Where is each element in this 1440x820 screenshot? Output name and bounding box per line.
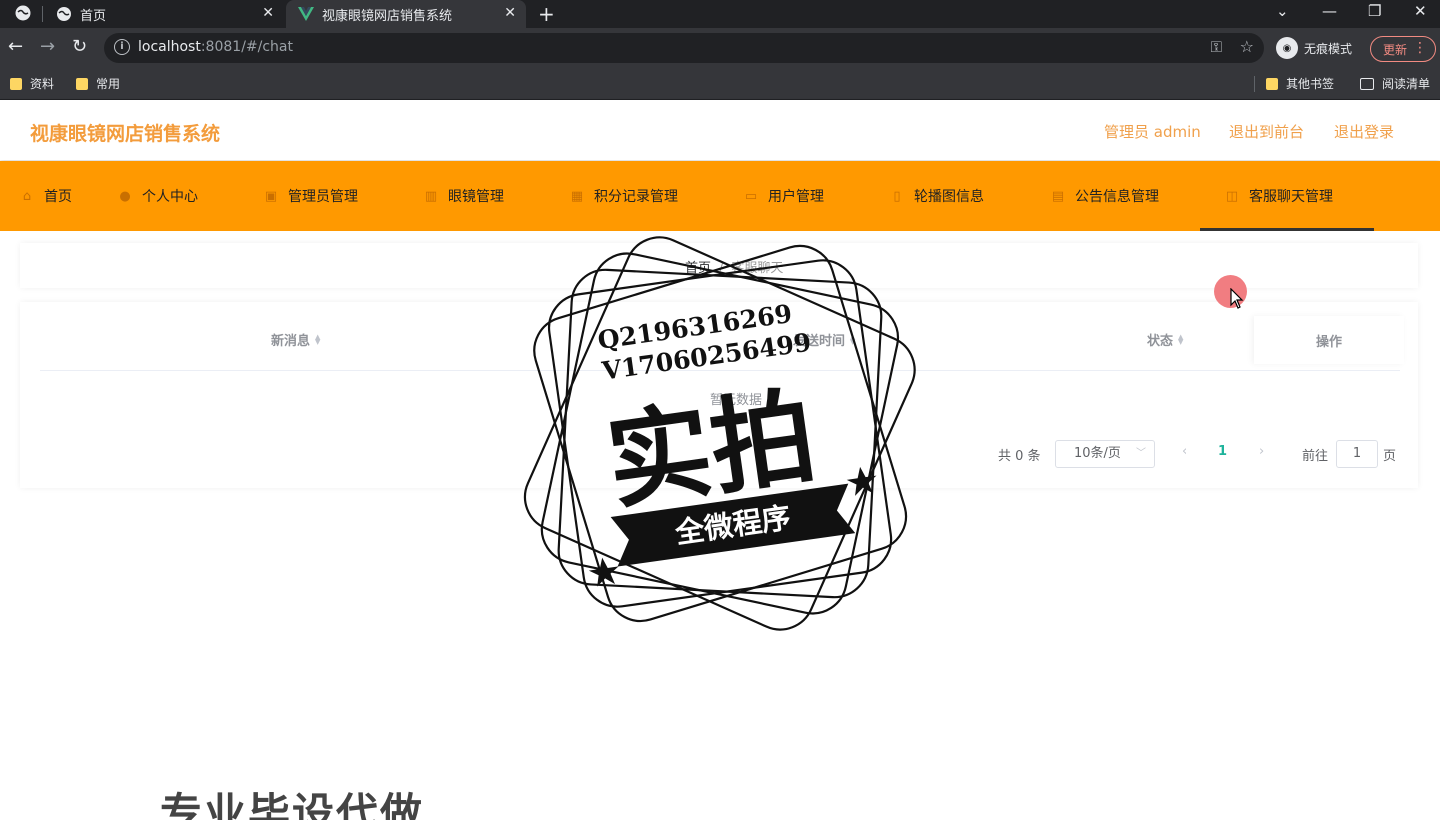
nav-item-profile[interactable]: ● 个人中心 [118, 161, 198, 231]
back-to-front-link[interactable]: 退出到前台 [1229, 121, 1304, 142]
new-tab-button[interactable]: + [538, 2, 555, 26]
close-window-button[interactable]: ✕ [1414, 2, 1427, 20]
restore-button[interactable]: ❐ [1368, 2, 1381, 20]
bottom-overlay-text: 专业毕设代做 [160, 789, 425, 820]
key-icon[interactable]: ⚿ [1211, 38, 1222, 56]
column-header-new-message[interactable]: 新消息 ▲ ▼ [271, 330, 320, 349]
logout-link[interactable]: 退出登录 [1334, 121, 1394, 142]
watermark-stamp: Q2196316269 V17060256499 实拍 全微程序 [523, 236, 916, 631]
notice-icon: ▤ [1051, 188, 1065, 204]
tab-title: 视康眼镜网店销售系统 [322, 8, 453, 24]
site-header: 视康眼镜网店销售系统 管理员 admin 退出到前台 退出登录 [0, 100, 1440, 160]
points-icon: ▦ [570, 188, 584, 204]
chevron-down-icon: ﹀ [1136, 448, 1146, 459]
mouse-cursor-icon [1230, 288, 1244, 309]
sort-caret-icon[interactable]: ▲ ▼ [315, 333, 320, 345]
browser-tab-strip: 首页 ✕ 视康眼镜网店销售系统 ✕ + ⌄ — ❐ ✕ [0, 0, 1440, 28]
nav-item-points[interactable]: ▦ 积分记录管理 [570, 161, 678, 231]
main-nav-menu: ⌂ 首页 ● 个人中心 ▣ 管理员管理 ▥ 眼镜管理 ▦ 积分记录管理 ▭ 用户… [0, 161, 1440, 231]
nav-item-chat[interactable]: ◫ 客服聊天管理 [1225, 161, 1333, 231]
bookmarks-bar: 资料 常用 其他书签 阅读清单 [0, 68, 1440, 100]
page-suffix: 页 [1383, 448, 1397, 464]
goto-page-input[interactable]: 1 [1336, 440, 1378, 468]
carousel-icon: ▯ [893, 188, 901, 204]
nav-item-admins[interactable]: ▣ 管理员管理 [264, 161, 358, 231]
folder-icon [1266, 77, 1278, 90]
nav-item-notices[interactable]: ▤ 公告信息管理 [1051, 161, 1159, 231]
back-arrow-icon[interactable]: ← [8, 36, 23, 57]
browser-toolbar: ← → ↻ i localhost:8081/#/chat ⚿ ☆ ◉ 无痕模式… [0, 28, 1440, 68]
current-page-number[interactable]: 1 [1218, 444, 1227, 459]
nav-item-users[interactable]: ▭ 用户管理 [744, 161, 824, 231]
browser-globe-icon [14, 4, 32, 26]
site-info-icon[interactable]: i [114, 39, 130, 55]
column-header-actions: 操作 [1254, 316, 1404, 364]
tab-title: 首页 [80, 8, 107, 24]
glasses-icon: ▥ [424, 188, 438, 204]
nav-item-glasses[interactable]: ▥ 眼镜管理 [424, 161, 504, 231]
vue-logo-icon [298, 6, 314, 22]
folder-icon [76, 77, 88, 90]
bookmark-separator [1254, 76, 1255, 92]
home-icon: ⌂ [22, 188, 32, 204]
close-tab-icon[interactable]: ✕ [262, 5, 274, 21]
users-icon: ▭ [744, 188, 758, 204]
goto-label: 前往 [1302, 448, 1329, 464]
incognito-indicator[interactable]: ◉ 无痕模式 [1276, 37, 1352, 59]
close-tab-icon[interactable]: ✕ [504, 5, 516, 21]
tab-active[interactable]: 视康眼镜网店销售系统 ✕ [286, 0, 526, 28]
admin-icon: ▣ [264, 188, 278, 204]
menu-dots-icon: ⋮ [1413, 40, 1427, 56]
site-title: 视康眼镜网店销售系统 [30, 123, 221, 145]
nav-item-carousel[interactable]: ▯ 轮播图信息 [890, 161, 984, 231]
column-header-status[interactable]: 状态 ▲ ▼ [1147, 330, 1183, 349]
user-icon: ● [119, 188, 131, 204]
reading-list-icon [1360, 77, 1374, 90]
bookmark-folder[interactable]: 资料 [10, 75, 54, 92]
incognito-label: 无痕模式 [1304, 41, 1353, 56]
next-page-button[interactable]: › [1259, 444, 1264, 459]
folder-icon [10, 77, 22, 90]
chat-icon: ◫ [1225, 188, 1239, 204]
update-label: 更新 [1383, 42, 1408, 57]
url-text[interactable]: localhost:8081/#/chat [138, 39, 293, 55]
tab-home[interactable]: 首页 ✕ [44, 0, 284, 28]
sort-caret-icon[interactable]: ▲ ▼ [1178, 333, 1183, 345]
forward-arrow-icon[interactable]: → [40, 36, 55, 57]
bookmark-star-icon[interactable]: ☆ [1240, 37, 1254, 56]
tab-separator [42, 6, 43, 22]
active-nav-indicator [1200, 228, 1374, 231]
reading-list[interactable]: 阅读清单 [1360, 75, 1430, 92]
reload-icon[interactable]: ↻ [72, 36, 87, 57]
tab-search-chevron-icon[interactable]: ⌄ [1276, 2, 1289, 20]
update-button[interactable]: 更新 ⋮ [1370, 36, 1436, 62]
prev-page-button[interactable]: ‹ [1182, 444, 1187, 459]
incognito-icon: ◉ [1276, 37, 1298, 59]
address-bar[interactable]: i localhost:8081/#/chat ⚿ ☆ [104, 33, 1264, 63]
minimize-button[interactable]: — [1322, 2, 1337, 20]
page-size-select[interactable]: 10条/页 ﹀ [1055, 440, 1155, 468]
nav-item-home[interactable]: ⌂ 首页 [20, 161, 72, 231]
other-bookmarks[interactable]: 其他书签 [1266, 75, 1334, 92]
bookmark-folder[interactable]: 常用 [76, 75, 120, 92]
admin-user-link[interactable]: 管理员 admin [1104, 121, 1201, 142]
pagination-total: 共 0 条 [998, 448, 1041, 464]
globe-icon [56, 6, 72, 22]
